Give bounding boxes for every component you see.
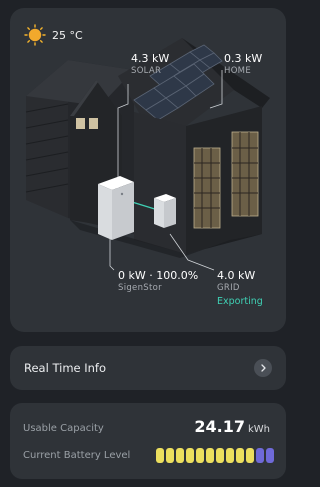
- battery-segment: [206, 448, 214, 463]
- home-label: 0.3 kW HOME: [224, 53, 262, 76]
- sigenstor-caption: SigenStor: [118, 283, 162, 293]
- battery-card: Usable Capacity 24.17 kWh Current Battery…: [10, 403, 286, 479]
- battery-segment: [266, 448, 274, 463]
- battery-segment: [196, 448, 204, 463]
- weather-widget: 25 °C: [24, 24, 83, 46]
- battery-segment: [156, 448, 164, 463]
- sigenstor-value: 0 kW · 100.0%: [118, 269, 199, 282]
- grid-caption: GRID: [217, 283, 240, 293]
- solar-label: 4.3 kW SOLAR: [131, 53, 169, 76]
- capacity-number: 24.17: [194, 417, 245, 436]
- usable-capacity-label: Usable Capacity: [23, 423, 104, 434]
- battery-level-bar: [156, 448, 274, 463]
- grid-status: Exporting: [217, 295, 263, 307]
- home-value: 0.3 kW: [224, 52, 263, 65]
- battery-level-label: Current Battery Level: [23, 450, 131, 461]
- energy-flow-card: 25 °C 4.3 kW SOLAR 0.3 kW HOME 0 kW · 10…: [10, 8, 286, 332]
- grid-value: 4.0 kW: [217, 269, 256, 282]
- usable-capacity-value: 24.17 kWh: [194, 417, 270, 436]
- sun-icon: [24, 24, 46, 46]
- real-time-info-button[interactable]: Real Time Info: [10, 346, 286, 390]
- grid-label: 4.0 kW GRID Exporting: [217, 270, 263, 306]
- battery-segment: [236, 448, 244, 463]
- battery-segment: [166, 448, 174, 463]
- sigenstor-label: 0 kW · 100.0% SigenStor: [118, 270, 198, 293]
- real-time-info-label: Real Time Info: [24, 361, 107, 375]
- battery-segment: [246, 448, 254, 463]
- temperature-text: 25 °C: [52, 28, 83, 42]
- battery-segment: [216, 448, 224, 463]
- home-caption: HOME: [224, 66, 251, 76]
- solar-value: 4.3 kW: [131, 52, 170, 65]
- battery-segment: [256, 448, 264, 463]
- battery-segment: [176, 448, 184, 463]
- chevron-right-icon: [254, 359, 272, 377]
- solar-caption: SOLAR: [131, 66, 162, 76]
- capacity-unit: kWh: [247, 424, 270, 435]
- battery-segment: [226, 448, 234, 463]
- battery-segment: [186, 448, 194, 463]
